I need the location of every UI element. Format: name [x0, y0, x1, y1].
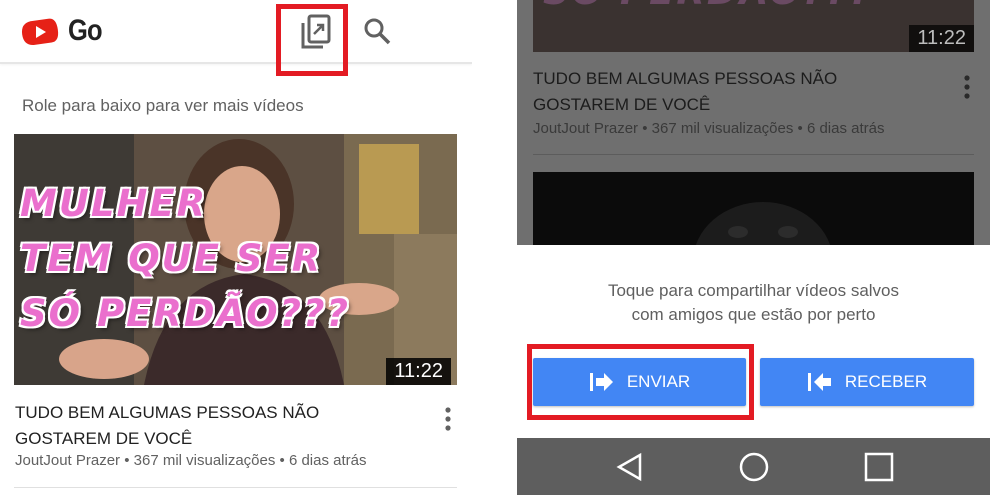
share-bottom-sheet: Toque para compartilhar vídeos salvos co… [517, 245, 990, 438]
thumbnail-caption-line: TEM QUE SER [20, 237, 323, 280]
receive-arrow-icon [807, 373, 831, 391]
app-name: Go [68, 14, 103, 47]
video-title[interactable]: TUDO BEM ALGUMAS PESSOAS NÃO GOSTAREM DE… [15, 400, 415, 452]
thumbnail-caption-line: MULHER [20, 182, 208, 225]
receive-label: RECEBER [844, 372, 928, 391]
receive-button[interactable]: RECEBER [760, 358, 974, 406]
share-message: Toque para compartilhar vídeos salvos co… [517, 279, 990, 327]
video-title: TUDO BEM ALGUMAS PESSOAS NÃO GOSTAREM DE… [533, 69, 838, 114]
thumbnail-caption: SÓ PERDÃO??? [543, 0, 873, 13]
more-vert-icon [964, 75, 970, 99]
nav-recent-apps-icon[interactable] [862, 450, 896, 484]
scroll-hint: Role para baixo para ver mais vídeos [22, 96, 304, 115]
thumbnail-image [693, 202, 833, 252]
video-thumbnail-next [533, 172, 974, 252]
video-thumbnail: SÓ PERDÃO??? 11:22 [533, 0, 974, 52]
nav-home-icon[interactable] [737, 450, 771, 484]
android-nav-bar [517, 438, 990, 495]
video-meta: JoutJout Prazer • 367 mil visualizações … [15, 452, 367, 469]
share-message-line: com amigos que estão por perto [631, 305, 876, 324]
right-screen: SÓ PERDÃO??? 11:22 TUDO BEM ALGUMAS PESS… [517, 0, 990, 495]
thumbnail-caption: MULHER TEM QUE SER SÓ PERDÃO??? [20, 176, 350, 341]
video-duration: 11:22 [909, 25, 974, 52]
video-meta: JoutJout Prazer • 367 mil visualizações … [533, 120, 885, 137]
highlight-box-share [276, 4, 348, 76]
left-screen: Go Role para baixo para ver mais vídeos [0, 0, 472, 495]
divider [14, 487, 457, 488]
share-message-line: Toque para compartilhar vídeos salvos [607, 281, 900, 300]
divider [533, 154, 974, 155]
highlight-box-send [527, 344, 754, 420]
video-thumbnail[interactable]: MULHER TEM QUE SER SÓ PERDÃO??? 11:22 [14, 134, 457, 385]
search-icon[interactable] [362, 16, 392, 46]
video-duration: 11:22 [386, 358, 451, 385]
screen-gap [472, 0, 517, 495]
youtube-play-logo-icon[interactable] [20, 17, 60, 47]
app-top-bar: Go [0, 0, 472, 76]
thumbnail-caption-line: SÓ PERDÃO??? [20, 292, 350, 335]
nav-back-icon[interactable] [613, 450, 647, 484]
dimmed-video-list: SÓ PERDÃO??? 11:22 TUDO BEM ALGUMAS PESS… [517, 0, 990, 252]
more-vert-icon[interactable] [438, 406, 458, 432]
